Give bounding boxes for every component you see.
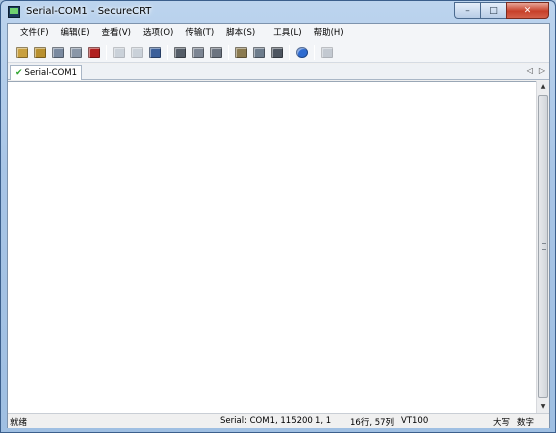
reconnect-icon[interactable] — [67, 44, 84, 61]
paste-icon[interactable] — [128, 44, 145, 61]
sftp-icon[interactable] — [318, 44, 335, 61]
status-num: 数字 — [517, 418, 535, 428]
status-emulation: VT100 — [401, 416, 429, 426]
toolbar-separator — [167, 44, 168, 60]
menu-bar: 文件(F) 编辑(E) 查看(V) 选项(O) 传输(T) 脚本(S) 工具(L… — [8, 24, 549, 42]
scrollbar-grip-icon — [542, 243, 546, 250]
status-bar: 就绪 Serial: COM1, 115200 1, 1 16行, 57列 VT… — [8, 413, 549, 428]
toolbar-separator — [289, 44, 290, 60]
tab-scroll-arrows: ◁ ▷ — [527, 66, 545, 75]
keymap-icon[interactable] — [268, 44, 285, 61]
scrollbar-thumb[interactable] — [538, 95, 548, 398]
status-terminal-size: 16行, 57列 — [350, 418, 395, 428]
toolbar — [8, 42, 549, 63]
print-selection-icon[interactable] — [189, 44, 206, 61]
maximize-button[interactable]: □ — [480, 2, 506, 19]
connect-icon[interactable] — [13, 44, 30, 61]
status-connection: Serial: COM1, 115200 — [220, 416, 313, 426]
tab-scroll-right-icon[interactable]: ▷ — [539, 66, 545, 75]
toolbar-separator — [228, 44, 229, 60]
securecrt-app-icon[interactable] — [8, 6, 20, 18]
scroll-down-icon[interactable]: ▼ — [537, 401, 549, 413]
tab-serial-com1[interactable]: ✔ Serial-COM1 — [10, 65, 83, 80]
menu-file[interactable]: 文件(F) — [14, 25, 55, 41]
print-setup-icon[interactable] — [207, 44, 224, 61]
status-cursor-position: 1, 1 — [315, 416, 332, 426]
status-ready: 就绪 — [10, 418, 28, 428]
terminal-area[interactable] — [8, 81, 536, 413]
tab-label: Serial-COM1 — [24, 68, 78, 78]
window-title: Serial-COM1 - SecureCRT — [26, 6, 152, 17]
session-tab-strip: ✔ Serial-COM1 ◁ ▷ — [8, 64, 549, 80]
menu-script[interactable]: 脚本(S) — [220, 25, 261, 41]
window-frame: Serial-COM1 - SecureCRT – □ ✕ 文件(F) 编辑(E… — [0, 0, 556, 433]
menu-help[interactable]: 帮助(H) — [308, 25, 350, 41]
menu-transfer[interactable]: 传输(T) — [179, 25, 220, 41]
window-controls: – □ ✕ — [454, 2, 549, 20]
connected-check-icon: ✔ — [15, 68, 23, 78]
scroll-up-icon[interactable]: ▲ — [537, 81, 549, 93]
title-bar[interactable]: Serial-COM1 - SecureCRT – □ ✕ — [1, 1, 555, 23]
connect-tab-icon[interactable] — [49, 44, 66, 61]
session-options-icon[interactable] — [232, 44, 249, 61]
copy-icon[interactable] — [110, 44, 127, 61]
status-caps: 大写 — [493, 418, 511, 428]
menu-view[interactable]: 查看(V) — [96, 25, 137, 41]
minimize-button[interactable]: – — [454, 2, 480, 19]
close-button[interactable]: ✕ — [506, 2, 549, 19]
toolbar-separator — [106, 44, 107, 60]
menu-tools[interactable]: 工具(L) — [267, 25, 307, 41]
quick-connect-icon[interactable] — [31, 44, 48, 61]
menu-edit[interactable]: 编辑(E) — [55, 25, 96, 41]
menu-options[interactable]: 选项(O) — [137, 25, 179, 41]
vertical-scrollbar[interactable]: ▲ ▼ — [536, 81, 549, 413]
help-icon[interactable] — [293, 44, 310, 61]
global-options-icon[interactable] — [250, 44, 267, 61]
client-area: 文件(F) 编辑(E) 查看(V) 选项(O) 传输(T) 脚本(S) 工具(L… — [7, 23, 550, 428]
disconnect-icon[interactable] — [85, 44, 102, 61]
tab-scroll-left-icon[interactable]: ◁ — [527, 66, 533, 75]
print-icon[interactable] — [171, 44, 188, 61]
toolbar-separator — [314, 44, 315, 60]
find-icon[interactable] — [146, 44, 163, 61]
